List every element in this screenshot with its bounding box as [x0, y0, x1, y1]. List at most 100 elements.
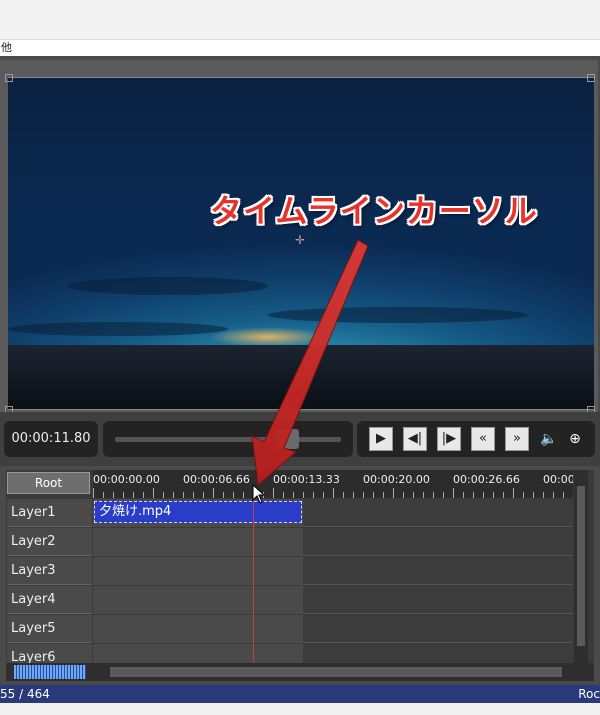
volume-icon[interactable]: 🔈 — [539, 429, 559, 449]
play-icon[interactable]: ▶ — [369, 427, 393, 451]
ruler-tick — [213, 488, 214, 498]
layer-row: Layer3 — [6, 557, 576, 585]
ruler-tick — [533, 492, 534, 498]
fast-forward-icon[interactable]: » — [505, 427, 529, 451]
layer-track[interactable] — [93, 615, 573, 643]
ruler-tick — [303, 492, 304, 498]
layer-name[interactable]: Layer6 — [7, 644, 92, 663]
frame-border — [8, 77, 594, 78]
ruler-tick — [403, 492, 404, 498]
layer-row: Layer2 — [6, 528, 576, 556]
status-right-text: Roc — [578, 687, 600, 701]
ruler-tick — [333, 488, 334, 498]
layer-row: Layer1 夕焼け.mp4 — [6, 499, 576, 527]
layer-track[interactable] — [93, 557, 573, 585]
ruler-tick — [283, 492, 284, 498]
playback-buttons: ▶ ◀| |▶ « » 🔈 ⊕ — [357, 421, 595, 457]
ruler-tick — [273, 488, 274, 498]
crosshair-icon: ✛ — [294, 233, 306, 247]
menu-bar: 他 — [0, 40, 600, 56]
status-bar: 55 / 464 Roc — [0, 685, 600, 703]
layer-name[interactable]: Layer4 — [7, 586, 92, 614]
ruler-tick — [313, 492, 314, 498]
resize-handle[interactable] — [5, 74, 13, 82]
layer-name[interactable]: Layer3 — [7, 557, 92, 585]
window-titlebar — [0, 0, 600, 40]
ruler-tick — [523, 492, 524, 498]
layer-name[interactable]: Layer1 — [7, 499, 92, 527]
seek-bar[interactable] — [103, 421, 353, 457]
horizontal-scrollbar[interactable] — [6, 663, 594, 681]
ruler-tick — [353, 492, 354, 498]
ruler-tick — [513, 488, 514, 498]
scrollbar-thumb[interactable] — [110, 667, 562, 677]
track-filled — [93, 644, 303, 663]
sunset-glow — [208, 327, 328, 347]
layer-track[interactable] — [93, 586, 573, 614]
step-forward-icon[interactable]: |▶ — [437, 427, 461, 451]
ruler-tick — [483, 492, 484, 498]
layer-row: Layer5 — [6, 615, 576, 643]
timeline-panel: Root 00:00:00.00 00:00:06.66 00:00:13.33… — [6, 470, 594, 663]
ruler-label: 00:00:06.66 — [183, 473, 250, 486]
zoom-in-icon[interactable]: ⊕ — [565, 429, 585, 449]
layer-track[interactable] — [93, 644, 573, 663]
layer-row: Layer4 — [6, 586, 576, 614]
ruler-tick — [563, 492, 564, 498]
ruler-tick — [453, 488, 454, 498]
frame-border — [8, 409, 594, 410]
frame-counter: 55 / 464 — [0, 687, 50, 701]
ruler-tick — [133, 492, 134, 498]
ruler-tick — [93, 488, 94, 498]
ruler-tick — [433, 492, 434, 498]
ruler-tick — [553, 492, 554, 498]
bottom-strip — [0, 703, 600, 715]
ruler-tick — [323, 492, 324, 498]
ruler-tick — [113, 492, 114, 498]
cloud-shape — [8, 322, 228, 336]
ruler-tick — [503, 492, 504, 498]
resize-handle[interactable] — [587, 74, 595, 82]
ruler-tick — [393, 488, 394, 498]
annotation-callout: タイムラインカーソル — [210, 192, 538, 230]
ruler-tick — [343, 492, 344, 498]
ruler-tick — [243, 492, 244, 498]
menu-item-other[interactable]: 他 — [0, 41, 12, 54]
media-clip[interactable]: 夕焼け.mp4 — [94, 501, 302, 523]
ruler-tick — [153, 488, 154, 498]
ruler-tick — [363, 492, 364, 498]
ruler-tick — [163, 492, 164, 498]
audio-level-meter — [14, 665, 86, 679]
layer-name[interactable]: Layer2 — [7, 528, 92, 556]
ruler-tick — [373, 492, 374, 498]
horizon-landscape — [8, 345, 594, 409]
current-time-display: 00:00:11.80 — [4, 421, 98, 457]
timeline-cursor[interactable] — [253, 498, 254, 662]
seek-thumb[interactable] — [275, 429, 299, 449]
ruler-tick — [103, 492, 104, 498]
seek-track[interactable] — [115, 437, 341, 442]
preview-frame — [0, 60, 598, 466]
scrollbar-thumb[interactable] — [577, 486, 585, 646]
rewind-icon[interactable]: « — [471, 427, 495, 451]
ruler-label: 00:00:00.00 — [93, 473, 160, 486]
ruler-label: 00:00:3 — [543, 473, 573, 486]
ruler-tick — [493, 492, 494, 498]
track-filled — [93, 586, 303, 614]
ruler-tick — [443, 492, 444, 498]
ruler-tick — [223, 492, 224, 498]
ruler-label: 00:00:13.33 — [273, 473, 340, 486]
ruler-tick — [463, 492, 464, 498]
time-ruler[interactable]: 00:00:00.00 00:00:06.66 00:00:13.33 00:0… — [93, 470, 573, 498]
ruler-tick — [413, 492, 414, 498]
ruler-tick — [173, 492, 174, 498]
layer-track[interactable] — [93, 528, 573, 556]
layer-name[interactable]: Layer5 — [7, 615, 92, 643]
vertical-scrollbar[interactable] — [574, 470, 588, 663]
ruler-tick — [193, 492, 194, 498]
step-back-icon[interactable]: ◀| — [403, 427, 427, 451]
mouse-pointer-icon — [252, 484, 266, 504]
ruler-tick — [473, 492, 474, 498]
cloud-shape — [68, 277, 268, 295]
root-button[interactable]: Root — [7, 472, 90, 494]
